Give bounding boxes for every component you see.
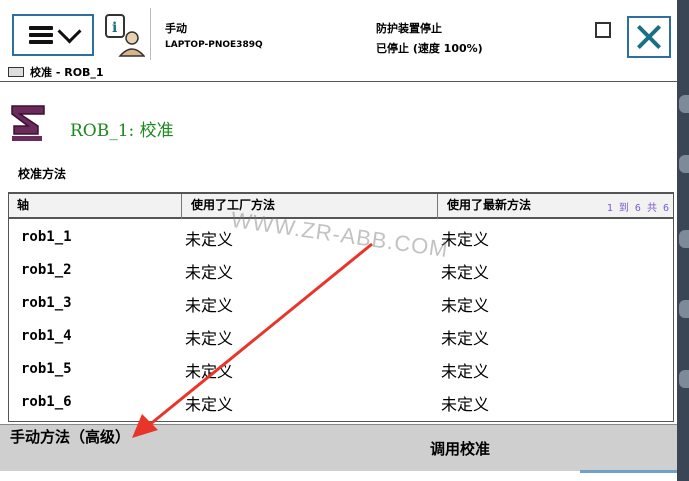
axis-cell: rob1_1 <box>21 229 72 245</box>
row-count: 1 到 6 共 6 <box>606 203 669 214</box>
page-title: ROB_1: 校准 <box>70 121 174 141</box>
main-menu-button[interactable] <box>12 14 94 56</box>
call-calibration-button[interactable]: 调用校准 <box>360 425 560 471</box>
factory-cell: 未定义 <box>185 230 234 249</box>
screen-edge <box>677 0 689 481</box>
table-row[interactable]: rob1_4 未定义 未定义 <box>9 319 673 352</box>
controller-name: LAPTOP-PNOE389Q <box>165 40 263 50</box>
edge-knob <box>679 370 689 388</box>
robot-calibration-icon <box>11 105 45 141</box>
factory-cell: 未定义 <box>185 362 234 381</box>
table-header: 轴 使用了工厂方法 使用了最新方法 1 到 6 共 6 <box>9 192 673 219</box>
column-header-axis[interactable]: 轴 <box>17 196 29 213</box>
factory-cell: 未定义 <box>185 296 234 315</box>
edge-knob <box>679 155 689 173</box>
edge-knob <box>679 95 689 113</box>
axis-cell: rob1_2 <box>21 262 72 278</box>
factory-cell: 未定义 <box>185 263 234 282</box>
edge-knob <box>679 300 689 318</box>
manual-method-button[interactable]: 手动方法（高级） <box>0 425 170 471</box>
keyboard-icon <box>8 66 24 77</box>
breadcrumb-text: 校准 - ROB_1 <box>30 65 104 79</box>
axis-cell: rob1_4 <box>21 328 72 344</box>
bottom-command-bar: 手动方法（高级） 调用校准 <box>0 424 677 471</box>
bottom-accent <box>580 470 677 473</box>
factory-cell: 未定义 <box>185 395 234 414</box>
close-button[interactable] <box>627 16 671 58</box>
mode-label: 手动 <box>165 22 187 35</box>
breadcrumb: 校准 - ROB_1 <box>0 62 677 82</box>
svg-text:i: i <box>112 20 117 36</box>
chevron-down-icon <box>56 18 82 44</box>
axis-cell: rob1_3 <box>21 295 72 311</box>
latest-cell: 未定义 <box>441 362 490 381</box>
menu-icon <box>28 26 53 44</box>
table-row[interactable]: rob1_6 未定义 未定义 <box>9 385 673 418</box>
latest-cell: 未定义 <box>441 329 490 348</box>
latest-cell: 未定义 <box>441 296 490 315</box>
latest-cell: 未定义 <box>441 395 490 414</box>
safety-status: 防护装置停止 <box>376 22 442 35</box>
factory-cell: 未定义 <box>185 329 234 348</box>
column-divider <box>437 194 438 219</box>
edge-knob <box>679 230 689 248</box>
axis-cell: rob1_6 <box>21 394 72 410</box>
top-bar: i 手动 LAPTOP-PNOE389Q 防护装置停止 已停止 (速度 100%… <box>0 0 677 62</box>
run-status: 已停止 (速度 100%) <box>376 42 483 55</box>
column-header-latest[interactable]: 使用了最新方法 <box>447 196 531 213</box>
section-label: 校准方法 <box>18 167 67 181</box>
table-row[interactable]: rob1_3 未定义 未定义 <box>9 286 673 319</box>
window-icon[interactable] <box>595 22 611 38</box>
table-row[interactable]: rob1_5 未定义 未定义 <box>9 352 673 385</box>
column-divider <box>181 194 182 219</box>
axis-cell: rob1_5 <box>21 361 72 377</box>
info-user-icon[interactable]: i <box>105 14 145 58</box>
table-row[interactable]: rob1_2 未定义 未定义 <box>9 253 673 286</box>
latest-cell: 未定义 <box>441 263 490 282</box>
status-panel: 手动 LAPTOP-PNOE389Q 防护装置停止 已停止 (速度 100%) <box>150 8 611 60</box>
